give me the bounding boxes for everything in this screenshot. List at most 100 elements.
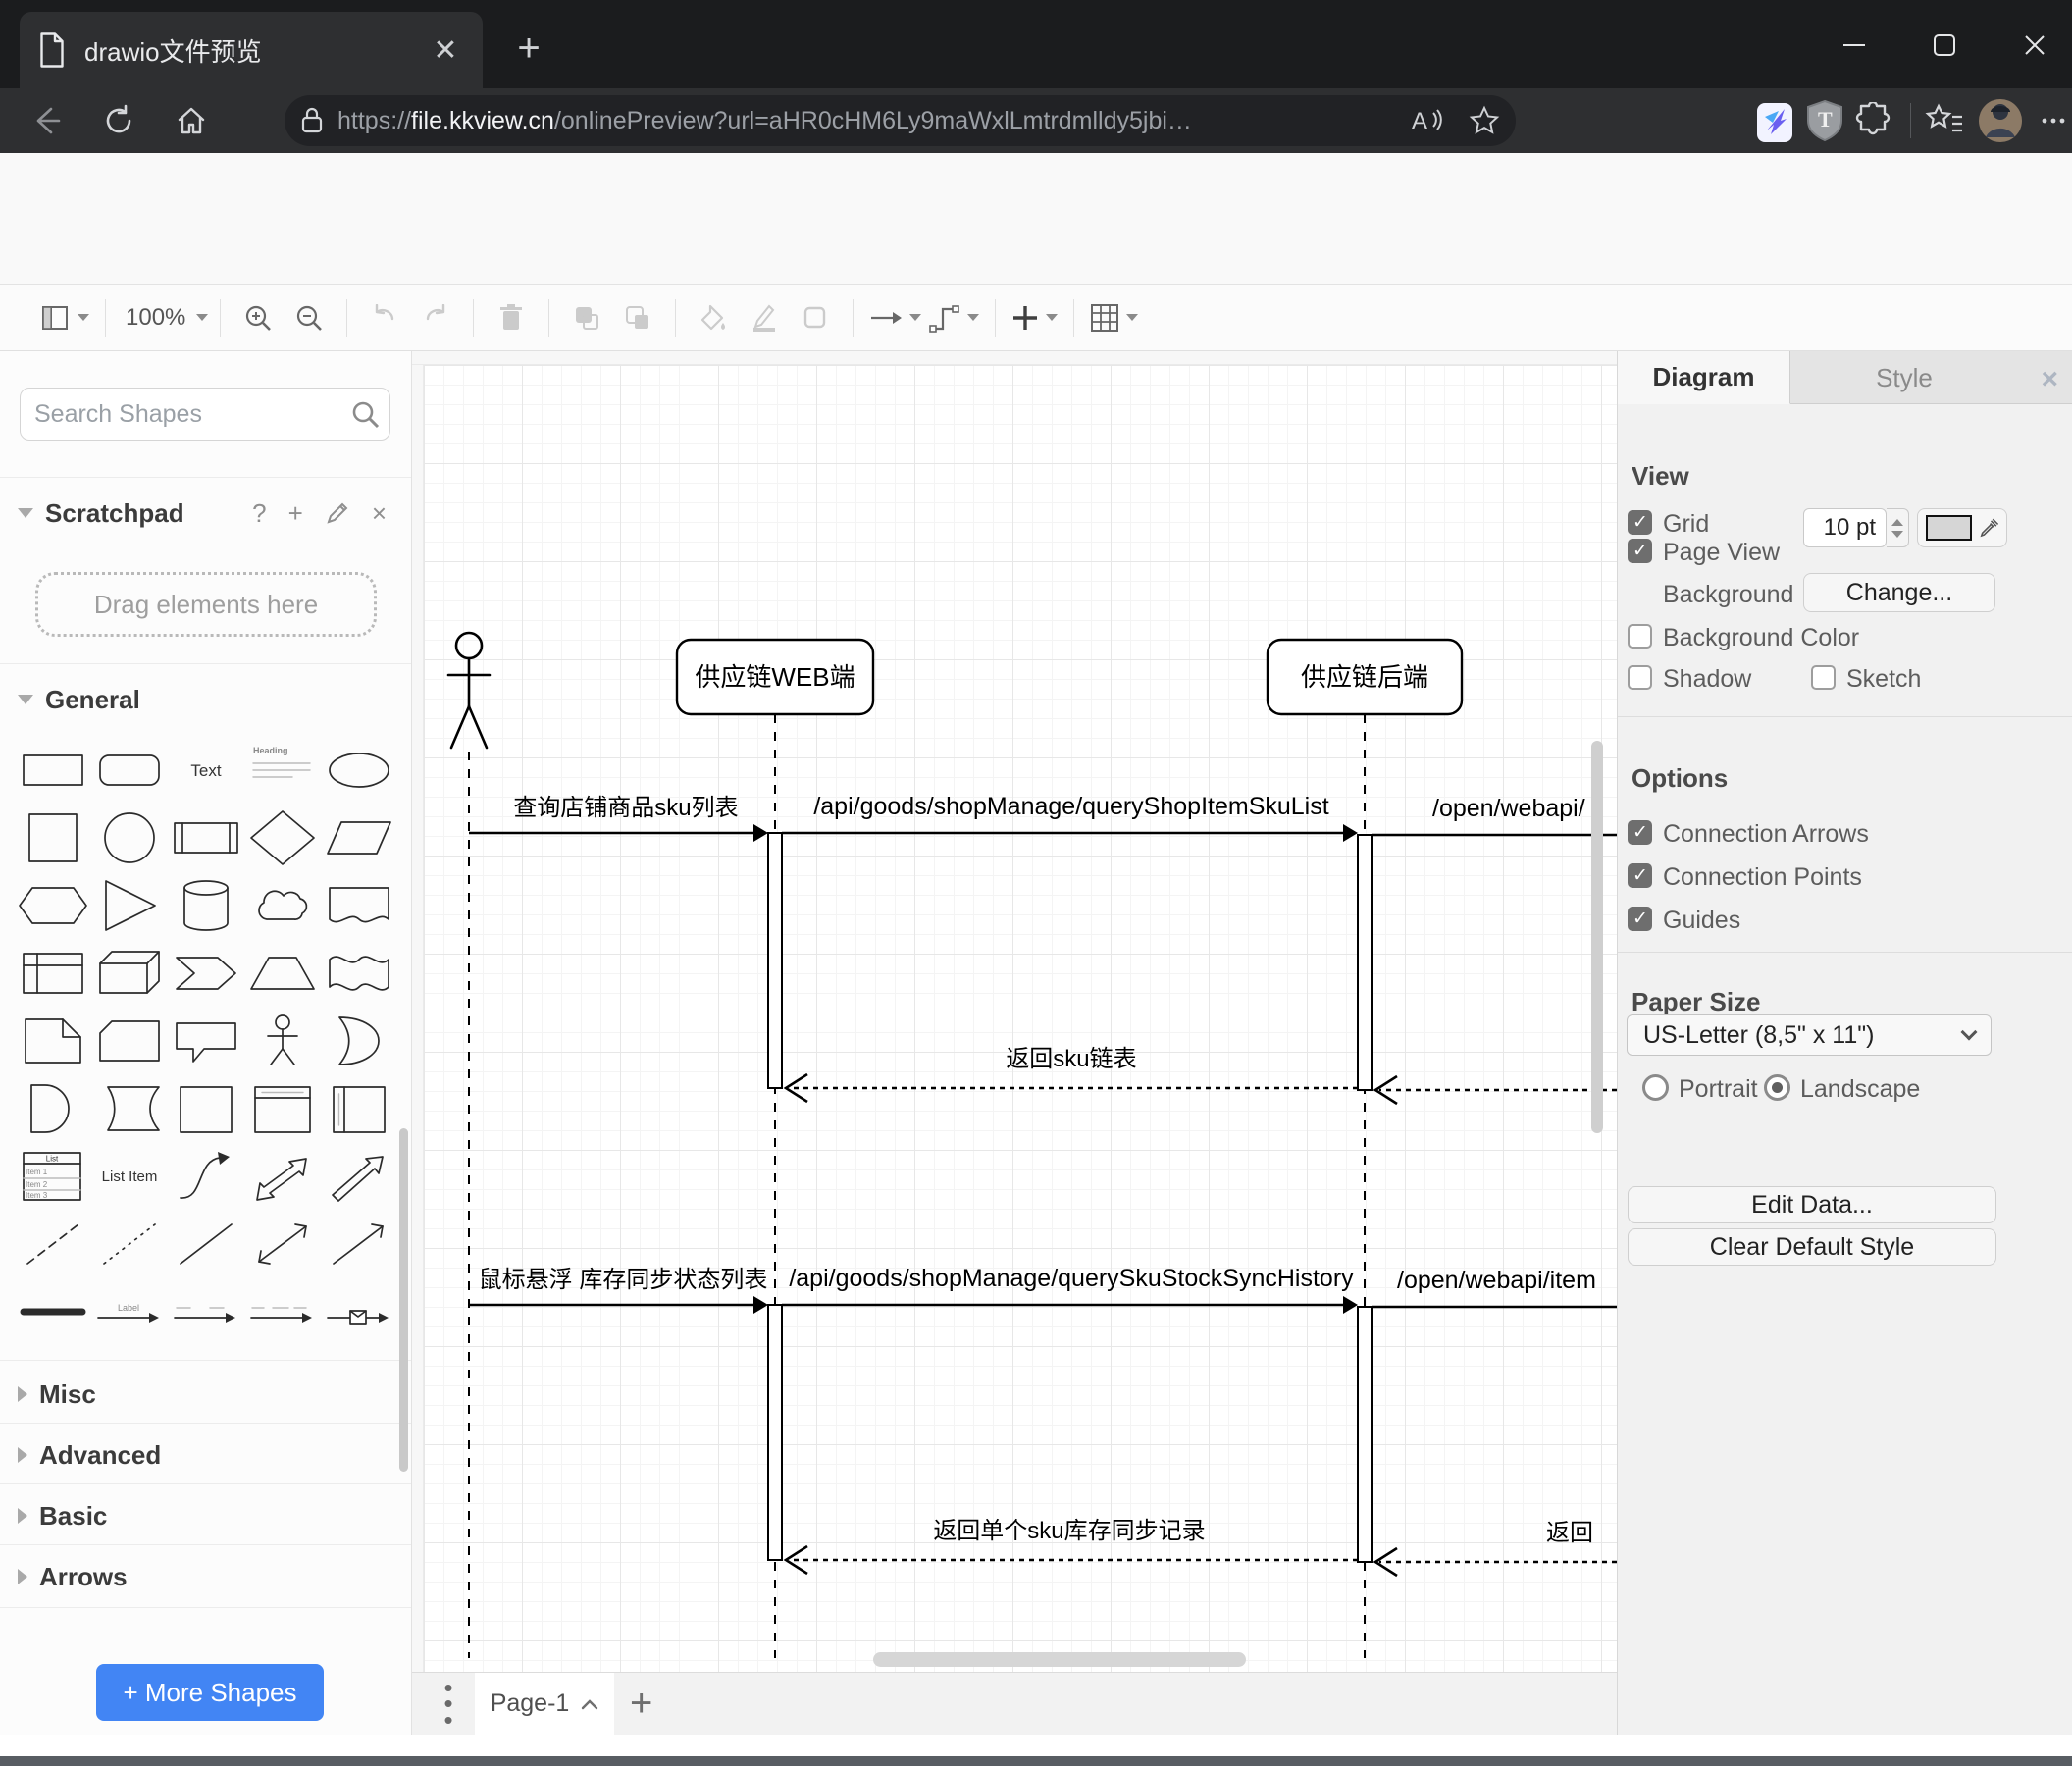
refresh-icon[interactable]: [100, 95, 137, 146]
shape-rounded-rectangle[interactable]: [92, 739, 167, 802]
participant-web[interactable]: 供应链WEB端: [675, 638, 875, 716]
sketch-checkbox[interactable]: [1811, 665, 1836, 690]
paper-size-select[interactable]: US-Letter (8,5" x 11"): [1627, 1014, 1992, 1056]
shape-internal-storage[interactable]: [16, 942, 90, 1005]
window-close-button[interactable]: [2007, 20, 2062, 71]
avatar[interactable]: [1978, 95, 2023, 146]
message-api-query-stock-history[interactable]: /api/goods/shopManage/querySkuStockSyncH…: [782, 1265, 1358, 1314]
table-button[interactable]: [1090, 296, 1139, 339]
shape-square[interactable]: [16, 806, 90, 869]
zoom-in-icon[interactable]: [236, 296, 280, 339]
activation-backend-2[interactable]: [1357, 1306, 1373, 1563]
page-view-checkbox[interactable]: [1628, 539, 1652, 563]
section-arrows[interactable]: Arrows: [0, 1550, 411, 1603]
shape-bidirectional-connector[interactable]: [245, 1213, 320, 1275]
shape-step[interactable]: [169, 942, 243, 1005]
shape-ellipse[interactable]: [322, 739, 396, 802]
window-maximize-button[interactable]: [1917, 20, 1972, 71]
connection-arrows-checkbox[interactable]: [1628, 820, 1652, 845]
message-api-query-shop-item[interactable]: /api/goods/shopManage/queryShopItemSkuLi…: [782, 793, 1358, 842]
portrait-radio[interactable]: [1642, 1074, 1669, 1101]
canvas-horizontal-scrollbar[interactable]: [873, 1652, 1246, 1667]
undo-icon[interactable]: [363, 296, 406, 339]
activation-web-2[interactable]: [767, 1304, 783, 1561]
home-icon[interactable]: [173, 95, 210, 146]
favorite-star-icon[interactable]: [1469, 105, 1500, 136]
collections-star-icon[interactable]: [1925, 95, 1964, 146]
section-basic[interactable]: Basic: [0, 1489, 411, 1542]
connection-style-button[interactable]: [869, 296, 922, 339]
scratchpad-edit-icon[interactable]: [325, 500, 350, 526]
shadow-icon[interactable]: [794, 296, 837, 339]
shape-diamond[interactable]: [245, 806, 320, 869]
section-general[interactable]: General: [0, 677, 411, 722]
return-single-sku-record[interactable]: 返回单个sku库存同步记录: [783, 1518, 1358, 1576]
grid-checkbox[interactable]: [1628, 510, 1652, 535]
landscape-radio[interactable]: [1764, 1074, 1790, 1101]
shape-or[interactable]: [322, 1010, 396, 1072]
shape-line[interactable]: [169, 1213, 243, 1275]
read-aloud-icon[interactable]: A: [1410, 105, 1443, 136]
add-page-icon[interactable]: +: [630, 1682, 652, 1726]
redo-icon[interactable]: [414, 296, 457, 339]
browser-tab[interactable]: drawio文件预览 ✕: [20, 12, 483, 88]
shape-directional-connector[interactable]: [322, 1213, 396, 1275]
shape-dashed-line[interactable]: [16, 1213, 90, 1275]
shape-bidirectional-arrow[interactable]: [245, 1145, 320, 1208]
zoom-level[interactable]: 100%: [126, 304, 185, 332]
shape-process[interactable]: [169, 806, 243, 869]
message-open-webapi-2[interactable]: /open/webapi/item: [1372, 1267, 1617, 1309]
shape-document[interactable]: [322, 874, 396, 937]
shape-actor[interactable]: [245, 1010, 320, 1072]
shape-arrow[interactable]: [322, 1145, 396, 1208]
shape-hexagon[interactable]: [16, 874, 90, 937]
insert-button[interactable]: [1011, 296, 1059, 339]
shape-note[interactable]: [16, 1010, 90, 1072]
line-color-icon[interactable]: [743, 296, 786, 339]
shape-cube[interactable]: [92, 942, 167, 1005]
canvas-vertical-scrollbar[interactable]: [1591, 741, 1603, 1133]
guides-checkbox[interactable]: [1628, 907, 1652, 931]
shadow-checkbox[interactable]: [1628, 665, 1652, 690]
activation-backend-1[interactable]: [1357, 834, 1373, 1091]
search-shapes-box[interactable]: [20, 388, 390, 441]
scratchpad-header[interactable]: Scratchpad ? + ×: [0, 491, 411, 536]
shape-cloud[interactable]: [245, 874, 320, 937]
background-change-button[interactable]: Change...: [1803, 573, 1995, 612]
url-bar[interactable]: https://file.kkview.cn/onlinePreview?url…: [285, 95, 1516, 146]
fill-color-icon[interactable]: [692, 296, 735, 339]
shape-parallelogram[interactable]: [322, 806, 396, 869]
shape-triangle[interactable]: [92, 874, 167, 937]
zoom-caret-icon[interactable]: [196, 314, 209, 321]
shape-dotted-line[interactable]: [92, 1213, 167, 1275]
shape-arrow-source-target[interactable]: [169, 1280, 243, 1343]
to-back-icon[interactable]: [616, 296, 659, 339]
participant-backend[interactable]: 供应链后端: [1266, 638, 1464, 716]
shape-arrow-source-middle-target[interactable]: [245, 1280, 320, 1343]
scratchpad-add-icon[interactable]: +: [288, 498, 303, 529]
delete-icon[interactable]: [490, 296, 533, 339]
diagram-canvas[interactable]: 供应链WEB端 供应链后端 查询店铺商品sku列表 /api/goods/sho…: [412, 351, 1617, 1672]
page-tab[interactable]: Page-1: [475, 1672, 614, 1736]
pages-menu-icon[interactable]: • • •: [436, 1675, 461, 1732]
scratchpad-close-icon[interactable]: ×: [372, 498, 387, 529]
shape-card[interactable]: [92, 1010, 167, 1072]
return-backend-1[interactable]: [1373, 1074, 1617, 1106]
to-front-icon[interactable]: [565, 296, 608, 339]
connection-points-checkbox[interactable]: [1628, 863, 1652, 888]
message-hover-stock-sync[interactable]: 鼠标悬浮 库存同步状态列表: [469, 1267, 768, 1314]
shape-link[interactable]: [16, 1280, 90, 1343]
shape-and[interactable]: [16, 1077, 90, 1140]
new-tab-button[interactable]: +: [506, 26, 551, 71]
shape-arrow-box[interactable]: [322, 1280, 396, 1343]
back-icon[interactable]: [27, 95, 65, 146]
background-color-checkbox[interactable]: [1628, 624, 1652, 649]
scratchpad-dropzone[interactable]: Drag elements here: [35, 572, 377, 637]
grid-color-button[interactable]: [1917, 508, 2007, 547]
grid-size-stepper[interactable]: [1887, 508, 1909, 547]
shape-data-storage[interactable]: [92, 1077, 167, 1140]
shape-list[interactable]: List Item 1 Item 2 Item 3: [16, 1145, 90, 1208]
return-sku-list[interactable]: 返回sku链表: [783, 1046, 1358, 1104]
shape-tape[interactable]: [322, 942, 396, 1005]
shield-t-icon[interactable]: T: [1806, 95, 1843, 146]
